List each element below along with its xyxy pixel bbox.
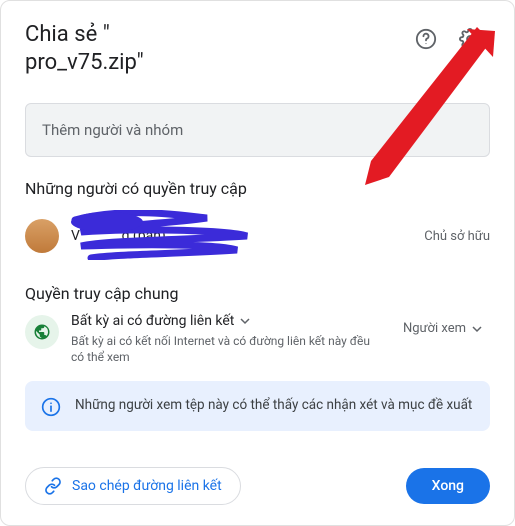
access-main: Bất kỳ ai có đường liên kết Bất kỳ ai có…	[71, 313, 383, 365]
general-access-title: Quyền truy cập chung	[25, 284, 490, 303]
help-button[interactable]	[406, 19, 446, 59]
header-actions	[406, 19, 490, 59]
dialog-title: Chia sẻ " pro_v75.zip"	[25, 21, 406, 77]
info-banner: Những người xem tệp này có thể thấy các …	[25, 381, 490, 431]
dialog-header: Chia sẻ " pro_v75.zip"	[25, 21, 490, 77]
copy-link-button[interactable]: Sao chép đường liên kết	[25, 467, 241, 505]
people-section-title: Những người có quyền truy cập	[25, 179, 490, 198]
globe-icon	[33, 323, 51, 341]
owner-row: V g (bạn) Chủ sở hữu	[25, 208, 490, 264]
owner-role: Chủ sở hữu	[424, 229, 490, 244]
add-people-wrapper	[25, 103, 490, 157]
caret-down-icon	[240, 316, 250, 326]
role-dropdown[interactable]: Người xem	[395, 315, 490, 342]
copy-link-label: Sao chép đường liên kết	[72, 478, 222, 494]
info-icon	[41, 397, 61, 417]
caret-down-icon	[472, 324, 482, 334]
owner-info: V g (bạn)	[71, 208, 412, 264]
add-people-input[interactable]	[25, 103, 490, 157]
help-icon	[415, 28, 437, 50]
access-description: Bất kỳ ai có kết nối Internet và có đườn…	[71, 333, 371, 365]
owner-name: V g (bạn)	[71, 228, 412, 244]
avatar	[25, 219, 59, 253]
done-button[interactable]: Xong	[406, 468, 490, 504]
title-prefix: Chia sẻ "	[25, 22, 110, 47]
link-icon	[44, 477, 62, 495]
access-scope-dropdown[interactable]: Bất kỳ ai có đường liên kết	[71, 313, 383, 329]
role-label: Người xem	[403, 321, 466, 336]
gear-icon	[459, 28, 481, 50]
share-dialog: Chia sẻ " pro_v75.zip" Những người có qu…	[0, 0, 515, 526]
access-scope-label: Bất kỳ ai có đường liên kết	[71, 313, 234, 329]
title-filename: pro_v75.zip	[25, 50, 137, 75]
settings-button[interactable]	[450, 19, 490, 59]
dialog-footer: Sao chép đường liên kết Xong	[25, 451, 490, 505]
globe-badge	[25, 315, 59, 349]
title-suffix: "	[137, 50, 144, 75]
info-text: Những người xem tệp này có thể thấy các …	[75, 395, 472, 415]
general-access-row: Bất kỳ ai có đường liên kết Bất kỳ ai có…	[25, 313, 490, 365]
